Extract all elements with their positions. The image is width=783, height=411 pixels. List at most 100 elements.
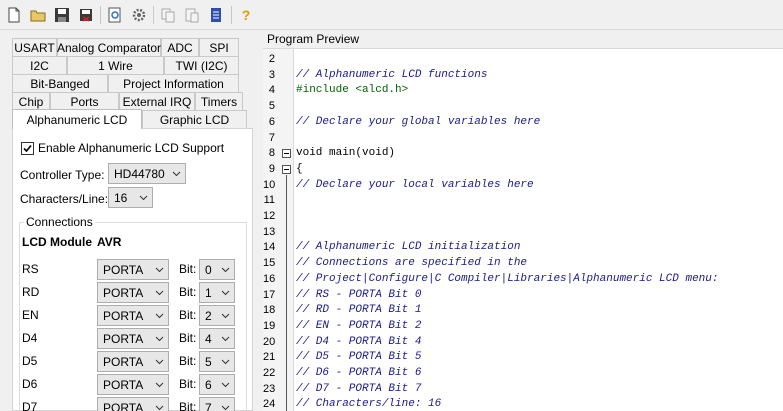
bit-select-rs[interactable]: 0 [199, 259, 235, 280]
tab-adc[interactable]: ADC [161, 38, 199, 56]
line-number: 12 [263, 210, 276, 222]
port-select-rd[interactable]: PORTA [97, 282, 169, 303]
code-line: 3 // Alphanumeric LCD functions [263, 68, 783, 84]
chevron-down-icon [221, 290, 230, 296]
code-text: // D5 - PORTA Bit 5 [296, 351, 422, 364]
code-line: 20 // D4 - PORTA Bit 4 [263, 335, 783, 351]
line-number: 15 [263, 257, 276, 270]
port-value: PORTA [103, 285, 144, 300]
bit-label: Bit: [179, 308, 197, 322]
characters-line-label: Characters/Line: [20, 192, 109, 206]
port-select-d6[interactable]: PORTA [97, 374, 169, 395]
tab-i2c[interactable]: I2C [12, 56, 67, 74]
port-select-d7[interactable]: PORTA [97, 397, 169, 411]
pin-name-en: EN [22, 308, 39, 322]
chevron-down-icon [155, 405, 164, 411]
pin-name-d5: D5 [22, 354, 38, 368]
bit-value: 1 [205, 285, 212, 300]
pin-name-rd: RD [22, 285, 40, 299]
line-number: 16 [263, 272, 276, 285]
tab-usart[interactable]: USART [12, 38, 57, 56]
code-line: 16 // Project|Configure|C Compiler|Librar… [263, 272, 783, 288]
preview-icon[interactable] [105, 5, 125, 25]
bit-select-rd[interactable]: 1 [199, 282, 235, 303]
toolbar: ? [0, 0, 783, 30]
bit-select-d6[interactable]: 6 [199, 374, 235, 395]
code-line: 18 // RD - PORTA Bit 1 [263, 303, 783, 319]
tab-bit-banged[interactable]: Bit-Banged [12, 74, 108, 92]
chevron-down-icon [155, 267, 164, 273]
port-select-d5[interactable]: PORTA [97, 351, 169, 372]
code-text: // Project|Configure|C Compiler|Librarie… [296, 272, 719, 285]
bit-select-d7[interactable]: 7 [199, 397, 235, 411]
port-select-rs[interactable]: PORTA [97, 259, 169, 280]
line-number: 21 [263, 351, 276, 364]
bit-label: Bit: [179, 331, 197, 345]
tab-analog-comparator[interactable]: Analog Comparator [57, 38, 161, 56]
checkbox-box[interactable] [21, 141, 34, 155]
tab-ports[interactable]: Ports [50, 92, 119, 110]
tab-project-information[interactable]: Project Information [108, 74, 239, 92]
controller-type-select[interactable]: HD44780 [108, 163, 186, 184]
svg-text:?: ? [242, 7, 251, 23]
tab-alphanumeric-lcd[interactable]: Alphanumeric LCD [12, 109, 142, 129]
tab-spi[interactable]: SPI [199, 38, 239, 56]
fold-toggle-icon[interactable] [282, 164, 291, 174]
open-folder-icon[interactable] [28, 5, 48, 25]
code-line: 11 [263, 193, 783, 209]
connections-title: Connections [24, 215, 95, 229]
alphanumeric-lcd-page: Enable Alphanumeric LCD Support Controll… [12, 128, 253, 411]
code-line: 19 // EN - PORTA Bit 2 [263, 319, 783, 335]
port-select-d4[interactable]: PORTA [97, 328, 169, 349]
pin-name-d6: D6 [22, 377, 38, 391]
chevron-down-icon [221, 336, 230, 342]
code-text: // RS - PORTA Bit 0 [296, 288, 422, 301]
tab-twi-i2c[interactable]: TWI (I2C) [164, 56, 239, 74]
code-text: // Characters/line: 16 [296, 398, 442, 411]
new-file-icon[interactable] [4, 5, 24, 25]
code-line: 21 // D5 - PORTA Bit 5 [263, 350, 783, 366]
characters-line-select[interactable]: 16 [108, 187, 153, 208]
bit-select-d5[interactable]: 5 [199, 351, 235, 372]
code-text: #include <alcd.h> [296, 84, 409, 97]
port-value: PORTA [103, 262, 144, 277]
copy-icon[interactable] [158, 5, 178, 25]
bit-value: 2 [205, 308, 212, 323]
tab-chip[interactable]: Chip [12, 92, 50, 110]
bit-label: Bit: [179, 354, 197, 368]
code-text: { [296, 162, 303, 175]
tab-external-irq[interactable]: External IRQ [119, 92, 195, 110]
tab-graphic-lcd[interactable]: Graphic LCD [142, 110, 247, 128]
line-number: 7 [268, 131, 275, 144]
line-number: 17 [263, 288, 276, 301]
tab-timers[interactable]: Timers [195, 92, 243, 110]
preview-header: Program Preview [263, 30, 783, 49]
code-text: // Alphanumeric LCD functions [296, 68, 488, 81]
line-number: 5 [268, 100, 275, 113]
line-number: 4 [268, 84, 275, 97]
bit-value: 0 [205, 262, 212, 277]
port-select-en[interactable]: PORTA [97, 305, 169, 326]
code-line: 17 // RS - PORTA Bit 0 [263, 288, 783, 304]
col-lcd-module: LCD Module [22, 235, 92, 249]
help-icon[interactable]: ? [236, 5, 256, 25]
bit-select-en[interactable]: 2 [199, 305, 235, 326]
bit-select-d4[interactable]: 4 [199, 328, 235, 349]
code-line: 12 [263, 209, 783, 225]
code-line: 6 // Declare your global variables here [263, 115, 783, 131]
tab-1-wire[interactable]: 1 Wire [67, 56, 164, 74]
code-line: 7 [263, 131, 783, 147]
paste-icon[interactable] [182, 5, 202, 25]
save-icon[interactable] [52, 5, 72, 25]
code-line: 14 // Alphanumeric LCD initialization [263, 240, 783, 256]
enable-lcd-label: Enable Alphanumeric LCD Support [38, 141, 225, 155]
enable-lcd-checkbox[interactable]: Enable Alphanumeric LCD Support [21, 141, 224, 155]
code-line: 8 void main(void) [263, 146, 783, 162]
chevron-down-icon [172, 171, 181, 177]
save-exit-icon[interactable] [76, 5, 96, 25]
line-number: 20 [263, 335, 276, 348]
generate-icon[interactable] [129, 5, 149, 25]
line-number: 19 [263, 319, 276, 332]
notes-icon[interactable] [206, 5, 226, 25]
fold-toggle-icon[interactable] [282, 149, 291, 159]
